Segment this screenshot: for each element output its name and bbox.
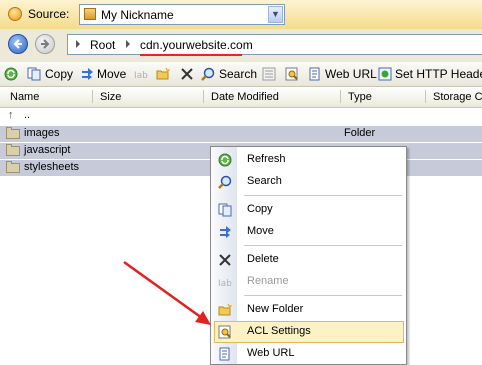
annotation-arrow (123, 260, 211, 325)
